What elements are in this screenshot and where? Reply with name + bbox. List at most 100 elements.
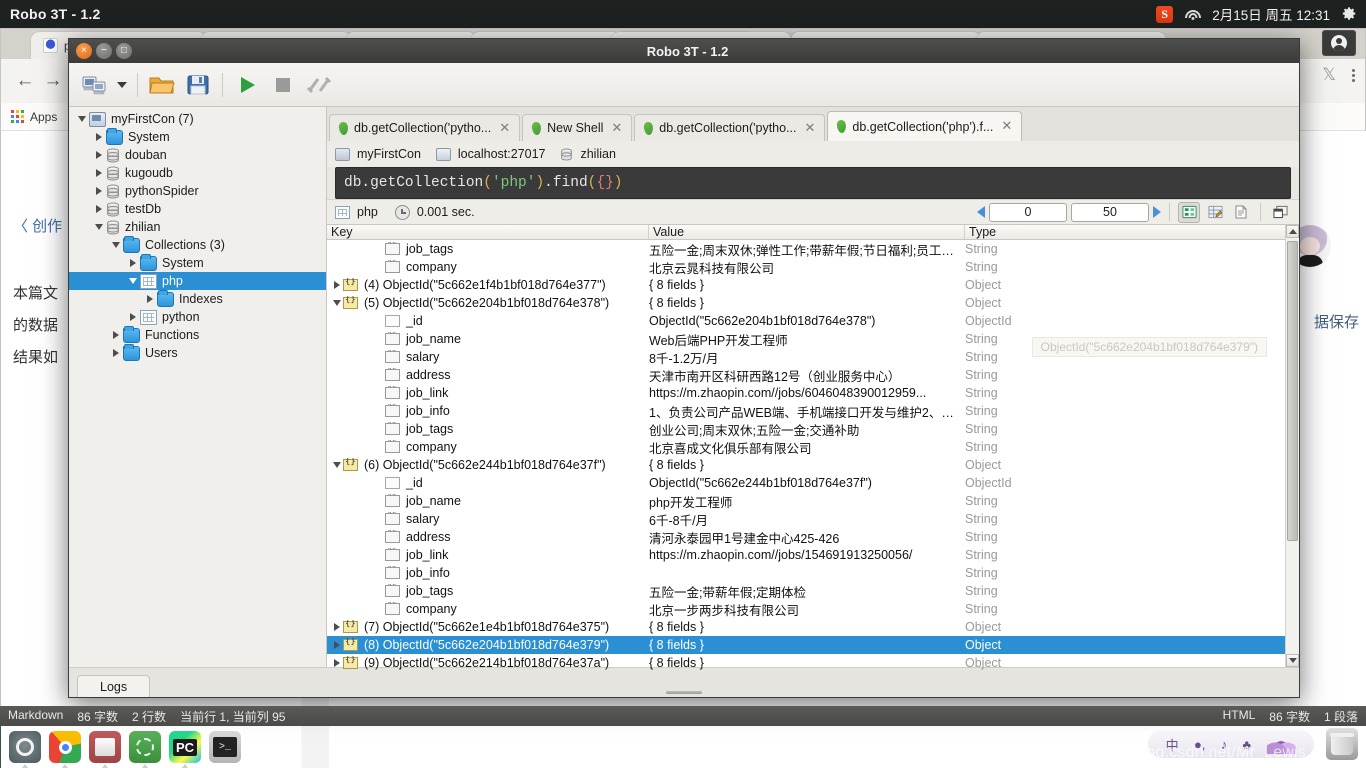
sidebar-item-functions[interactable]: Functions [69, 325, 326, 344]
window-resize-grip[interactable] [666, 691, 702, 694]
tree-twisty[interactable] [92, 164, 106, 182]
table-row[interactable]: _id ObjectId("5c662e244b1bf018d764e37f") O… [327, 474, 1285, 492]
limit-input[interactable]: 50 [1071, 202, 1149, 222]
tree-twisty[interactable] [92, 146, 106, 164]
table-body[interactable]: job_tags五险一金;周末双休;弹性工作;带薪年假;节日福利;员工旅...S… [327, 240, 1285, 672]
skip-input[interactable]: 0 [989, 202, 1067, 222]
close-tab-icon[interactable]: ✕ [1001, 119, 1012, 134]
sidebar-item-douban[interactable]: douban [69, 146, 326, 164]
tree-twisty[interactable] [109, 344, 123, 362]
sidebar-item-users[interactable]: Users [69, 343, 326, 362]
tree-twisty[interactable] [109, 236, 123, 254]
query-tab[interactable]: db.getCollection('pytho... ✕ [634, 114, 826, 141]
result-table[interactable]: Key Value Type job_tags 五险一金;周末双休;弹性工作;带薪… [327, 225, 1299, 670]
tree-twisty[interactable] [143, 290, 157, 308]
sidebar-item-python[interactable]: python [69, 308, 326, 326]
sidebar-item-testdb[interactable]: testDb [69, 200, 326, 218]
execute-button[interactable] [231, 69, 263, 101]
tree-twisty[interactable] [126, 254, 140, 272]
connect-button[interactable] [79, 69, 111, 101]
robo-title-bar[interactable]: × − □ Robo 3T - 1.2 [69, 39, 1299, 63]
query-editor[interactable]: db.getCollection('php') .find({}) [335, 167, 1291, 199]
tree-twisty[interactable] [126, 308, 140, 326]
bookmark-apps-label[interactable]: Apps [30, 110, 57, 124]
clock-label[interactable]: 2月15日 周五 12:31 [1212, 4, 1330, 24]
table-row[interactable]: (5) ObjectId("5c662e204b1bf018d764e378")… [327, 294, 1285, 312]
sidebar-item-collections-3[interactable]: Collections (3) [69, 235, 326, 254]
files-icon[interactable] [89, 731, 121, 768]
stop-button[interactable] [267, 69, 299, 101]
tree-twisty[interactable] [92, 182, 106, 200]
browser-profile-button[interactable] [1322, 30, 1356, 56]
table-row[interactable]: company 北京喜成文化俱乐部有限公司 String [327, 438, 1285, 456]
sidebar-item-indexes[interactable]: Indexes [69, 289, 326, 308]
sidebar-item-kugoudb[interactable]: kugoudb [69, 164, 326, 182]
column-header-value[interactable]: Value [649, 225, 965, 239]
green-app-icon[interactable] [129, 731, 161, 768]
query-tab-strip[interactable]: db.getCollection('pytho... ✕ New Shell ✕ db.… [327, 107, 1299, 141]
new-window-button[interactable] [1269, 202, 1291, 223]
scrollbar-thumb[interactable] [1287, 241, 1298, 541]
maximize-window-button[interactable]: □ [116, 43, 132, 59]
table-row[interactable]: (9) ObjectId("5c662e214b1bf018d764e37a")… [327, 654, 1285, 672]
table-row[interactable]: job_name php开发工程师 String [327, 492, 1285, 510]
tree-view-button[interactable] [1178, 201, 1200, 223]
table-row[interactable]: job_info String [327, 564, 1285, 582]
table-row[interactable]: salary 6千-8千/月 String [327, 510, 1285, 528]
back-icon[interactable]: ← [11, 67, 39, 95]
minimize-window-button[interactable]: − [96, 43, 112, 59]
tree-twisty[interactable] [126, 272, 140, 290]
table-row[interactable]: job_tags 五险一金;周末双休;弹性工作;带薪年假;节日福利;员工旅...S… [327, 240, 1285, 258]
robo-toolbar[interactable] [69, 63, 1299, 107]
previous-page-button[interactable] [977, 206, 985, 218]
tree-twisty[interactable] [92, 200, 106, 218]
table-row[interactable]: job_tags 创业公司;周末双休;五险一金;交通补助 String [327, 420, 1285, 438]
sidebar-item-system[interactable]: System [69, 253, 326, 272]
table-row[interactable]: job_info 1、负责公司产品WEB端、手机端接口开发与维护2、设...Str… [327, 402, 1285, 420]
change-orientation-button[interactable] [303, 69, 335, 101]
sidebar-item-pythonspider[interactable]: pythonSpider [69, 182, 326, 200]
query-tab[interactable]: db.getCollection('pytho... ✕ [329, 114, 521, 141]
row-twisty[interactable] [330, 462, 343, 468]
tree-twisty[interactable] [92, 128, 106, 146]
column-header-key[interactable]: Key [327, 225, 649, 239]
robo3t-window[interactable]: × − □ Robo 3T - 1.2 myFirstCon (7) Syste… [68, 38, 1300, 698]
table-row[interactable]: _id ObjectId("5c662e204b1bf018d764e378") O… [327, 312, 1285, 330]
table-row[interactable]: job_link https://m.zhaopin.com//jobs/6046… [327, 384, 1285, 402]
scroll-up-button[interactable] [1286, 225, 1299, 238]
page-breadcrumb[interactable]: 〈 创作 [13, 215, 62, 236]
tree-twisty[interactable] [75, 110, 89, 128]
sogou-ime-icon[interactable]: S [1156, 5, 1174, 23]
sidebar-item-php[interactable]: php [69, 272, 326, 290]
row-twisty[interactable] [330, 659, 343, 667]
row-twisty[interactable] [330, 641, 343, 649]
chrome-icon[interactable] [49, 731, 81, 768]
close-tab-icon[interactable]: ✕ [611, 121, 622, 136]
browser-menu-icon[interactable] [1352, 68, 1355, 82]
database-tree-sidebar[interactable]: myFirstCon (7) System douban kugoudb pythonS… [69, 107, 327, 667]
table-view-button[interactable] [1204, 202, 1226, 223]
sidebar-item-zhilian[interactable]: zhilian [69, 218, 326, 236]
trash-icon[interactable] [1326, 728, 1358, 760]
logs-tab[interactable]: Logs [77, 675, 151, 697]
sidebar-item-myfirstcon-7[interactable]: myFirstCon (7) [69, 110, 326, 128]
table-row[interactable]: address 清河永泰园甲1号建金中心425-426 String [327, 528, 1285, 546]
query-tab[interactable]: db.getCollection('php').f... ✕ [827, 111, 1023, 141]
wifi-icon[interactable] [1184, 8, 1201, 21]
table-row[interactable]: job_link https://m.zhaopin.com//jobs/1546… [327, 546, 1285, 564]
column-header-type[interactable]: Type [965, 225, 1285, 239]
tree-twisty[interactable] [109, 326, 123, 344]
close-tab-icon[interactable]: ✕ [499, 121, 510, 136]
row-twisty[interactable] [330, 623, 343, 631]
save-button[interactable] [182, 69, 214, 101]
row-twisty[interactable] [330, 281, 343, 289]
table-row[interactable]: company 北京一步两步科技有限公司 String [327, 600, 1285, 618]
extension-x-icon[interactable]: 𝕏 [1322, 65, 1336, 85]
tree-twisty[interactable] [92, 218, 106, 236]
query-tab[interactable]: New Shell ✕ [522, 114, 633, 141]
text-view-button[interactable] [1230, 202, 1252, 223]
table-row[interactable]: (4) ObjectId("5c662e1f4b1bf018d764e377")… [327, 276, 1285, 294]
sidebar-item-system[interactable]: System [69, 127, 326, 146]
row-twisty[interactable] [330, 300, 343, 306]
table-row[interactable]: address 天津市南开区科研西路12号（创业服务中心） String [327, 366, 1285, 384]
